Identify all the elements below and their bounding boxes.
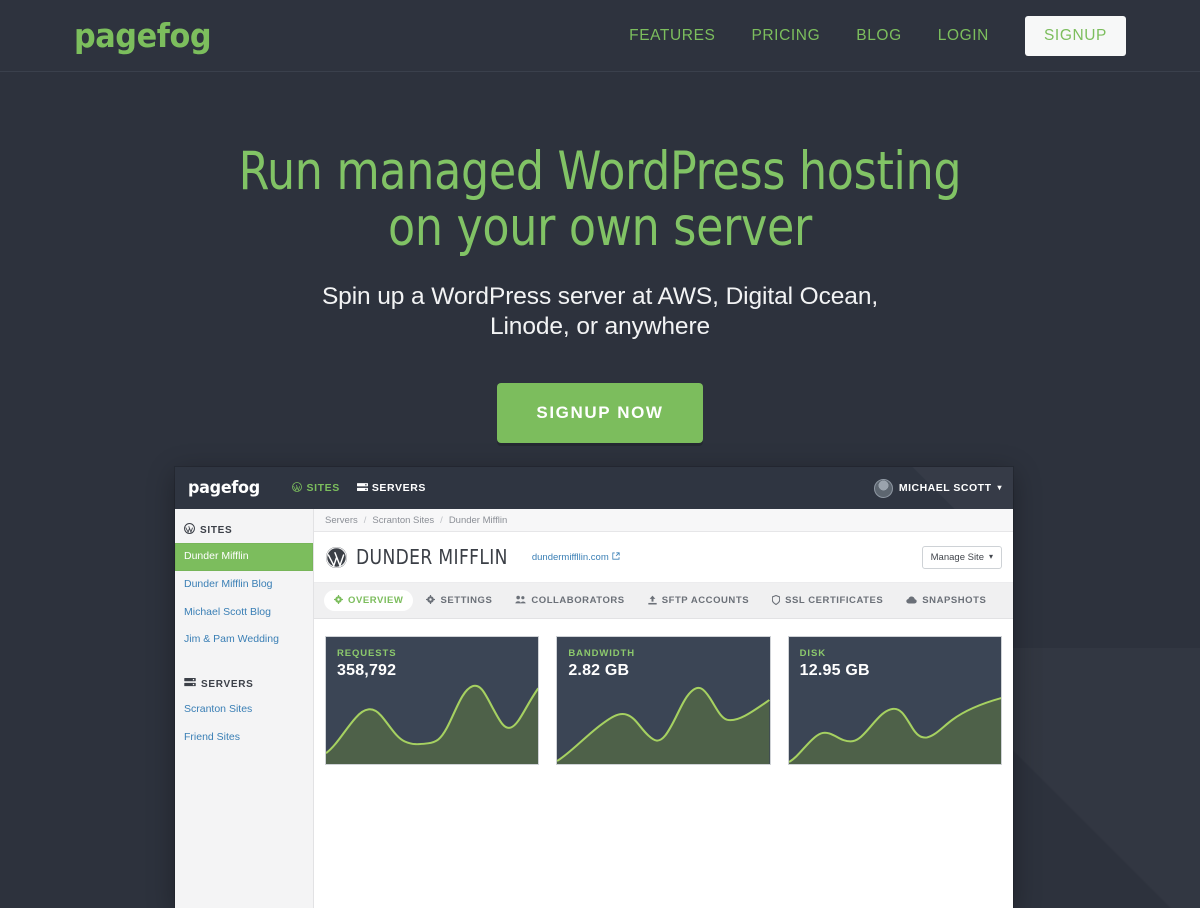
breadcrumb-separator: / — [363, 514, 367, 526]
app-top-bar: pagefog SITES SERVERS MICHAEL SCOTT ▾ — [175, 467, 1013, 509]
metric-value-disk: 12.95 GB — [799, 662, 870, 679]
sidebar-item-friend-sites[interactable]: Friend Sites — [175, 724, 313, 752]
wordpress-icon — [184, 523, 195, 537]
user-menu[interactable]: MICHAEL SCOTT ▾ — [873, 478, 1002, 498]
app-nav-sites-label: SITES — [306, 482, 340, 494]
app-nav-sites[interactable]: SITES — [292, 482, 339, 494]
breadcrumb-item-dunder-mifflin[interactable]: Dunder Mifflin — [449, 515, 507, 526]
manage-site-label: Manage Site — [930, 551, 984, 563]
tab-collaborators-label: COLLABORATORS — [531, 595, 625, 606]
manage-site-button[interactable]: Manage Site ▾ — [921, 545, 1002, 569]
page-title: DUNDER MIFFLIN — [356, 545, 508, 569]
tab-overview[interactable]: OVERVIEW — [324, 590, 414, 611]
app-nav-servers-label: SERVERS — [371, 482, 427, 494]
tab-bar: OVERVIEW SETTINGS COLLABORATORS SFTP ACC… — [314, 583, 1013, 619]
sidebar-header-servers-label: SERVERS — [201, 678, 254, 690]
signup-button[interactable]: SIGNUP — [1024, 15, 1126, 56]
nav-link-login[interactable]: LOGIN — [938, 27, 989, 45]
tab-ssl-certificates-label: SSL CERTIFICATES — [785, 595, 884, 606]
tab-snapshots-label: SNAPSHOTS — [922, 595, 987, 606]
tab-settings-label: SETTINGS — [440, 595, 493, 606]
hero-sub-line2: Linode, or anywhere — [489, 313, 711, 341]
hero-section: Run managed WordPress hosting on your ow… — [0, 72, 1200, 444]
breadcrumb-item-scranton-sites[interactable]: Scranton Sites — [372, 515, 434, 526]
sidebar-item-dunder-mifflin[interactable]: Dunder Mifflin — [175, 543, 313, 571]
breadcrumb-separator: / — [440, 514, 443, 526]
external-link-icon — [612, 551, 620, 563]
chevron-down-icon: ▾ — [988, 552, 993, 561]
hero-headline-line2: on your own server — [387, 196, 812, 258]
tab-ssl-certificates[interactable]: SSL CERTIFICATES — [762, 590, 893, 612]
sidebar-header-sites-label: SITES — [200, 524, 233, 536]
app-content-empty-area — [314, 765, 1013, 908]
breadcrumb-item-servers[interactable]: Servers — [325, 515, 358, 526]
metric-label-requests: REQUESTS — [337, 648, 397, 659]
hero-headline: Run managed WordPress hosting on your ow… — [42, 144, 1158, 255]
wordpress-icon — [325, 546, 348, 569]
app-sidebar: SITES Dunder Mifflin Dunder Mifflin Blog… — [175, 509, 314, 908]
app-logo-pagefog[interactable]: pagefog — [188, 478, 260, 498]
app-body: SITES Dunder Mifflin Dunder Mifflin Blog… — [175, 509, 1013, 908]
metric-card-bandwidth: BANDWIDTH 2.82 GB — [556, 636, 771, 765]
app-nav-servers[interactable]: SERVERS — [356, 482, 427, 494]
avatar — [873, 478, 893, 498]
nav-link-blog[interactable]: BLOG — [856, 27, 901, 45]
breadcrumb: Servers / Scranton Sites / Dunder Miffli… — [314, 509, 1013, 532]
site-header-bar: DUNDER MIFFLIN dundermiffllin.com Manage… — [314, 532, 1013, 583]
metric-card-disk: DISK 12.95 GB — [787, 636, 1002, 765]
hero-subheadline: Spin up a WordPress server at AWS, Digit… — [0, 282, 1200, 342]
hero-sub-line1: Spin up a WordPress server at AWS, Digit… — [321, 283, 879, 311]
sidebar-item-jim-pam-wedding[interactable]: Jim & Pam Wedding — [175, 626, 313, 654]
sidebar-item-dunder-mifflin-blog[interactable]: Dunder Mifflin Blog — [175, 571, 313, 599]
upload-icon — [648, 595, 657, 607]
servers-icon — [356, 482, 368, 494]
metric-card-requests: REQUESTS 358,792 — [325, 636, 540, 765]
nav-link-features[interactable]: FEATURES — [629, 27, 715, 45]
shield-icon — [771, 594, 781, 607]
metric-cards: REQUESTS 358,792 BANDWIDTH 2.82 GB DISK … — [314, 619, 1013, 765]
site-header: pagefog FEATURES PRICING BLOG LOGIN SIGN… — [0, 0, 1200, 72]
hero-cta-wrapper: SIGNUP NOW — [0, 383, 1200, 444]
tab-overview-label: OVERVIEW — [348, 595, 404, 606]
app-top-navigation: SITES SERVERS — [292, 482, 426, 494]
servers-icon — [184, 678, 196, 690]
app-main-content: Servers / Scranton Sites / Dunder Miffli… — [314, 509, 1013, 908]
sidebar-item-scranton-sites[interactable]: Scranton Sites — [175, 696, 313, 724]
gear-icon — [334, 595, 343, 606]
tab-snapshots[interactable]: SNAPSHOTS — [896, 590, 996, 611]
signup-now-button[interactable]: SIGNUP NOW — [497, 383, 703, 444]
sidebar-header-sites: SITES — [175, 517, 313, 543]
user-name: MICHAEL SCOTT — [898, 482, 992, 494]
hero-headline-line1: Run managed WordPress hosting — [238, 141, 962, 202]
tab-sftp-accounts-label: SFTP ACCOUNTS — [661, 595, 750, 606]
main-navigation: FEATURES PRICING BLOG LOGIN SIGNUP — [629, 15, 1126, 56]
sidebar-item-michael-scott-blog[interactable]: Michael Scott Blog — [175, 599, 313, 627]
logo-pagefog[interactable]: pagefog — [74, 19, 212, 52]
metric-label-bandwidth: BANDWIDTH — [568, 648, 636, 659]
sidebar-header-servers: SERVERS — [175, 672, 313, 696]
metric-value-requests: 358,792 — [337, 662, 397, 679]
nav-link-pricing[interactable]: PRICING — [751, 27, 820, 45]
gear-icon — [426, 595, 436, 606]
site-url-label: dundermiffllin.com — [531, 551, 609, 563]
metric-value-bandwidth: 2.82 GB — [568, 662, 630, 679]
metric-label-disk: DISK — [799, 648, 826, 659]
site-url-link[interactable]: dundermiffllin.com — [532, 552, 620, 563]
tab-sftp-accounts[interactable]: SFTP ACCOUNTS — [638, 590, 759, 612]
people-icon — [515, 595, 527, 606]
tab-settings[interactable]: SETTINGS — [416, 590, 502, 611]
cloud-icon — [906, 595, 917, 606]
tab-collaborators[interactable]: COLLABORATORS — [505, 590, 634, 611]
wordpress-icon — [292, 482, 303, 494]
app-screenshot: pagefog SITES SERVERS MICHAEL SCOTT ▾ SI… — [175, 467, 1013, 908]
chevron-down-icon: ▾ — [997, 483, 1002, 492]
